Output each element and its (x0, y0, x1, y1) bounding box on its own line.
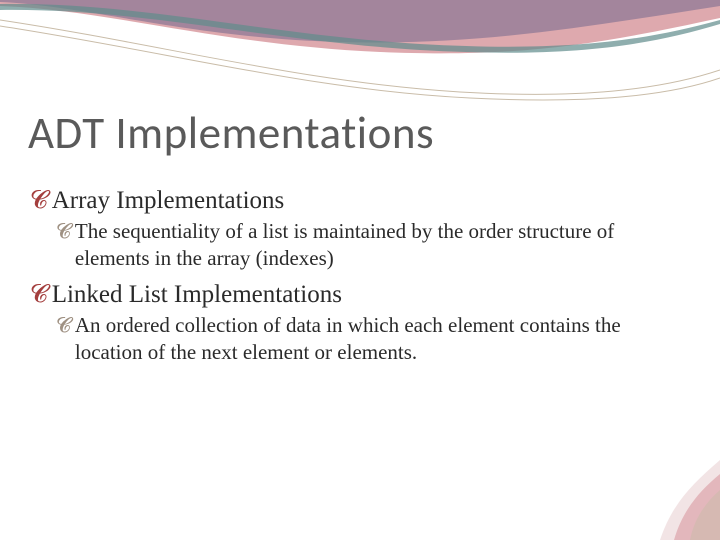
corner-wave-decoration (600, 420, 720, 540)
scribble-bullet-icon: 𝓒 (30, 280, 48, 310)
top-wave-decoration (0, 0, 720, 110)
slide: ADT Implementations 𝓒 Array Implementati… (0, 0, 720, 540)
bullet-text: Array Implementations (52, 186, 285, 216)
bullet-lvl1: 𝓒 Linked List Implementations 𝓒 An order… (30, 280, 686, 366)
bullet-lvl2: 𝓒 An ordered collection of data in which… (56, 312, 686, 366)
scribble-bullet-icon: 𝓒 (30, 186, 48, 216)
scribble-bullet-icon: 𝓒 (56, 218, 71, 245)
slide-body: 𝓒 Array Implementations 𝓒 The sequential… (30, 186, 686, 374)
slide-title: ADT Implementations (28, 106, 434, 161)
bullet-text: An ordered collection of data in which e… (75, 312, 686, 366)
scribble-bullet-icon: 𝓒 (56, 312, 71, 339)
bullet-lvl1: 𝓒 Array Implementations 𝓒 The sequential… (30, 186, 686, 272)
bullet-lvl2: 𝓒 The sequentiality of a list is maintai… (56, 218, 686, 272)
bullet-text: The sequentiality of a list is maintaine… (75, 218, 686, 272)
bullet-text: Linked List Implementations (52, 280, 342, 310)
